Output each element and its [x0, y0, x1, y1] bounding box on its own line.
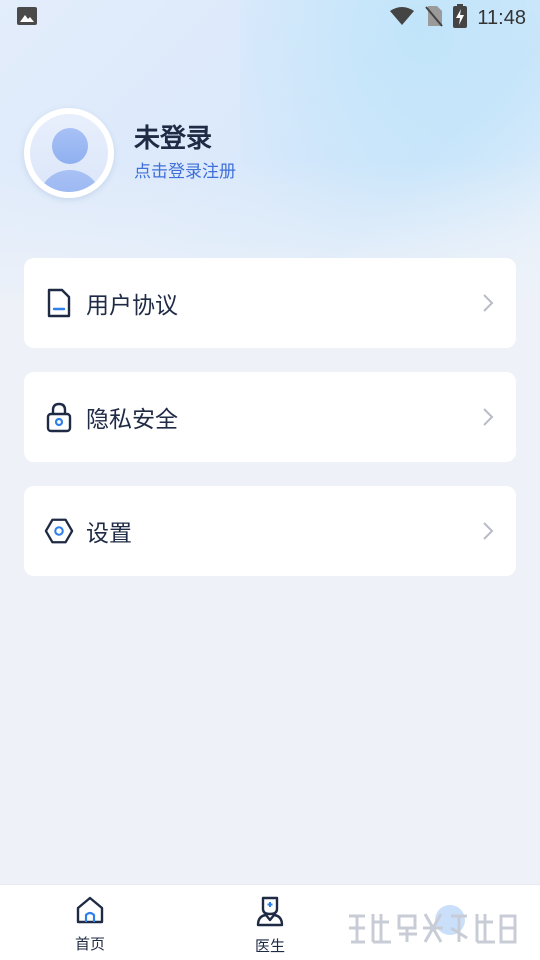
watermark: [340, 905, 522, 951]
menu-item-label: 用户协议: [86, 293, 178, 319]
tab-doctor[interactable]: 医生: [180, 885, 360, 960]
chevron-right-icon: [482, 406, 496, 428]
menu-item-settings[interactable]: 设置: [24, 486, 516, 576]
battery-charging-icon: [453, 4, 468, 32]
no-sim-icon: [425, 5, 444, 31]
document-icon: [44, 288, 74, 318]
image-icon: [16, 6, 38, 30]
menu-item-label: 隐私安全: [86, 407, 178, 433]
home-icon: [75, 895, 105, 929]
doctor-icon: [255, 895, 285, 931]
login-register-link[interactable]: 点击登录注册: [134, 160, 236, 184]
chevron-right-icon: [482, 292, 496, 314]
profile-name: 未登录: [134, 124, 213, 154]
menu-item-privacy-security[interactable]: 隐私安全: [24, 372, 516, 462]
tab-home-label: 首页: [74, 935, 105, 953]
profile-header[interactable]: 未登录 点击登录注册: [24, 108, 236, 198]
menu-item-user-agreement[interactable]: 用户协议: [24, 258, 516, 348]
user-avatar-icon[interactable]: [24, 108, 114, 198]
tab-home[interactable]: 首页: [0, 885, 180, 960]
settings-hexagon-icon: [44, 516, 74, 546]
wifi-icon: [389, 6, 415, 30]
lock-icon: [44, 402, 74, 433]
menu-item-label: 设置: [86, 521, 132, 547]
tab-doctor-label: 医生: [254, 937, 285, 955]
chevron-right-icon: [482, 520, 496, 542]
status-bar: 11:48: [0, 0, 540, 36]
status-time: 11:48: [477, 6, 526, 29]
